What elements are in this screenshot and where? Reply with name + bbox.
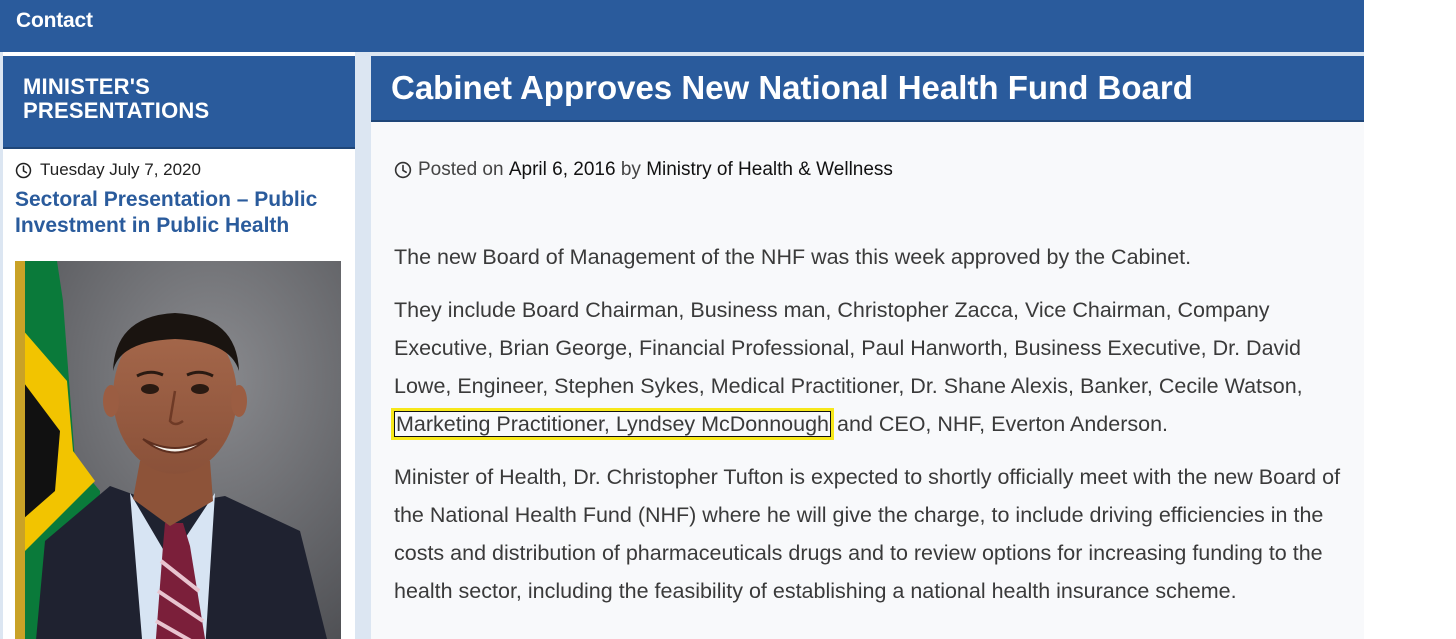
nav-contact-link[interactable]: Contact [16,9,93,33]
paragraph-text: and CEO, NHF, Everton Anderson. [831,412,1169,436]
article-body: The new Board of Management of the NHF w… [390,238,1356,625]
article-header: Cabinet Approves New National Health Fun… [371,56,1364,122]
clock-icon [394,161,412,179]
post-date-link[interactable]: April 6, 2016 [509,159,616,181]
sidebar-section-header: MINISTER'S PRESENTATIONS [3,56,355,149]
presentation-date: Tuesday July 7, 2020 [15,160,201,180]
article-paragraph: Minister of Health, Dr. Christopher Tuft… [394,465,1341,603]
presentation-date-text: Tuesday July 7, 2020 [40,160,201,179]
column-divider [355,52,371,639]
minister-photo[interactable] [15,261,341,639]
page-margin [1364,0,1456,639]
article-title: Cabinet Approves New National Health Fun… [391,69,1193,106]
clock-icon [15,162,32,178]
paragraph-text: They include Board Chairman, Business ma… [394,298,1303,398]
article-meta: Posted on April 6, 2016 by Ministry of H… [394,159,893,181]
posted-prefix: Posted on [418,159,504,180]
sidebar-section-title: MINISTER'S PRESENTATIONS [23,74,210,123]
author-link[interactable]: Ministry of Health & Wellness [646,159,893,181]
page: Contact MINISTER'S PRESENTATIONS Tuesday… [0,0,1456,639]
article-paragraph: They include Board Chairman, Business ma… [390,291,1356,443]
top-nav-bar: Contact [0,0,1364,52]
article-paragraph: The new Board of Management of the NHF w… [394,245,1192,269]
minister-portrait-image [15,261,341,639]
highlighted-text: Marketing Practitioner, Lyndsey McDonnou… [390,408,835,440]
presentation-title-link[interactable]: Sectoral Presentation – Public Investmen… [15,187,345,239]
posted-by: by [620,159,641,180]
